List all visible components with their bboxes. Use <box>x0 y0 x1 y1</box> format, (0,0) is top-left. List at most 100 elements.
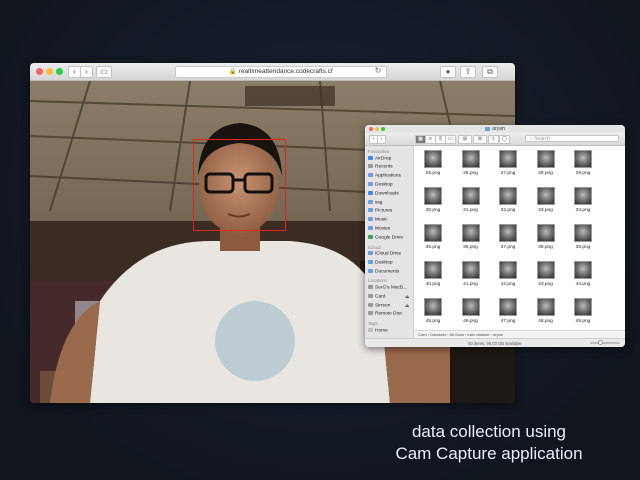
chevron-left-icon: ‹ <box>73 67 76 76</box>
icon-size-slider-knob[interactable] <box>598 340 603 345</box>
sidebar-item-label: Applications <box>375 173 401 179</box>
desktop-icon <box>368 259 373 264</box>
close-window-button[interactable] <box>36 68 43 75</box>
grid-icon: ▦ <box>418 136 423 142</box>
disc-icon <box>368 311 373 316</box>
finder-search-input[interactable]: ⌕ Search <box>525 135 619 142</box>
file-item[interactable]: 47.png <box>493 298 523 330</box>
tabs-button[interactable]: ⧉ <box>482 66 498 78</box>
chevron-right-icon: › <box>380 136 383 142</box>
file-item[interactable]: 49.png <box>568 298 598 330</box>
sidebar-item[interactable]: Remote Disc <box>368 311 403 317</box>
file-name: 34.png <box>575 208 591 213</box>
group-by-button[interactable]: ⊞ <box>458 135 472 144</box>
file-item[interactable]: 46.png <box>456 298 486 330</box>
info-button[interactable]: ● <box>440 66 456 78</box>
file-item[interactable]: 43.png <box>531 261 561 293</box>
browser-toolbar: ‹ › ▭ 🔒 realtimeattendance.codecrafts.cf … <box>30 63 515 81</box>
documents-icon <box>368 268 373 273</box>
file-item[interactable]: 40.png <box>418 261 448 293</box>
status-bar: 50 items, 96.03 GB available <box>365 338 625 347</box>
file-item[interactable]: 37.png <box>493 224 523 256</box>
file-item[interactable]: 31.png <box>456 187 486 219</box>
sidebar-button[interactable]: ▭ <box>96 66 112 78</box>
sidebar-item[interactable]: Applications <box>368 173 401 178</box>
gallery-icon: ▭ <box>448 136 453 142</box>
tag-icon <box>368 327 373 332</box>
sidebar-section-heading: Locations <box>368 278 388 284</box>
file-item[interactable]: 28.png <box>531 150 561 182</box>
icon-size-slider[interactable] <box>590 340 620 345</box>
reload-button[interactable]: ↻ <box>374 66 382 76</box>
sidebar-item-label: Movies <box>375 226 391 232</box>
file-item[interactable]: 30.png <box>418 187 448 219</box>
finder-forward-button[interactable]: › <box>377 135 386 144</box>
finder-zoom-button[interactable] <box>381 127 385 131</box>
sidebar-item[interactable]: Sirreen <box>368 302 390 308</box>
image-thumbnail <box>499 187 517 205</box>
sidebar-item[interactable]: Recents <box>368 164 393 170</box>
sidebar-item[interactable]: Home <box>368 327 388 333</box>
chevron-left-icon: ‹ <box>372 136 375 142</box>
eject-icon[interactable]: ⏏ <box>405 303 409 309</box>
file-item[interactable]: 33.png <box>531 187 561 219</box>
sidebar-item[interactable]: SerG's MacB... <box>368 284 407 290</box>
tags-button[interactable]: ◯ <box>499 135 510 144</box>
file-name: 38.png <box>538 245 553 250</box>
file-item[interactable]: 26.png <box>456 150 486 182</box>
file-name: 25.png <box>425 171 441 176</box>
file-item[interactable]: 36.png <box>456 224 486 256</box>
forward-button[interactable]: › <box>80 66 93 78</box>
action-button[interactable]: ⚙ <box>473 135 487 144</box>
sidebar-item[interactable]: Pictures <box>368 208 393 214</box>
image-thumbnail <box>424 224 442 242</box>
tabs-icon: ⧉ <box>487 67 493 76</box>
sidebar-item[interactable]: iCloud Drive <box>368 251 401 256</box>
file-item[interactable]: 32.png <box>493 187 523 219</box>
sidebar-item-label: Pictures <box>375 208 393 214</box>
file-item[interactable]: 35.png <box>418 224 448 256</box>
address-bar[interactable]: 🔒 realtimeattendance.codecrafts.cf <box>175 66 387 78</box>
gallery-view-button[interactable]: ▭ <box>445 135 456 144</box>
file-name: 31.png <box>463 208 478 213</box>
file-item[interactable]: 29.png <box>568 150 598 182</box>
sidebar-item[interactable]: Movies <box>368 225 391 232</box>
share-button[interactable]: ⇪ <box>488 135 499 144</box>
sidebar-item[interactable]: Desktop <box>368 259 393 265</box>
sidebar-item[interactable]: Card <box>368 293 385 299</box>
file-item[interactable]: 39.png <box>568 224 598 256</box>
sidebar-item[interactable]: Desktop <box>368 181 393 187</box>
sidebar-icon: ▭ <box>100 67 108 76</box>
file-item[interactable]: 44.png <box>568 261 598 293</box>
file-item[interactable]: 34.png <box>568 187 598 219</box>
sidebar-item[interactable]: Music <box>368 217 388 222</box>
sidebar-item-label: Home <box>375 327 388 333</box>
desktop-icon <box>368 181 373 186</box>
finder-close-button[interactable] <box>369 127 373 131</box>
sidebar-item[interactable]: ssg <box>368 199 383 205</box>
file-item[interactable]: 42.png <box>493 261 523 293</box>
file-item[interactable]: 27.png <box>493 150 523 182</box>
info-icon: ● <box>445 67 451 76</box>
eject-icon[interactable]: ⏏ <box>405 294 409 300</box>
image-thumbnail <box>499 298 517 316</box>
file-item[interactable]: 45.png <box>418 298 448 330</box>
share-button[interactable]: ⇪ <box>460 66 476 78</box>
sidebar-item-label: Documents <box>375 268 400 274</box>
file-item[interactable]: 48.png <box>531 298 561 330</box>
minimize-window-button[interactable] <box>46 68 53 75</box>
sidebar-item[interactable]: AirDrop <box>368 155 391 161</box>
sidebar-item-label: Remote Disc <box>375 311 403 317</box>
sidebar-item[interactable]: Downloads <box>368 190 399 196</box>
file-name: 28.png <box>538 171 553 176</box>
image-thumbnail <box>499 261 517 279</box>
file-name: 32.png <box>500 208 516 213</box>
finder-minimize-button[interactable] <box>375 127 379 131</box>
sidebar-item[interactable]: Documents <box>368 268 400 274</box>
file-item[interactable]: 41.png <box>456 261 486 293</box>
file-item[interactable]: 38.png <box>531 224 561 256</box>
zoom-window-button[interactable] <box>56 68 63 75</box>
file-item[interactable]: 25.png <box>418 150 448 182</box>
sidebar-item-label: ssg <box>375 199 383 205</box>
sidebar-item[interactable]: Google Drive <box>368 234 403 240</box>
